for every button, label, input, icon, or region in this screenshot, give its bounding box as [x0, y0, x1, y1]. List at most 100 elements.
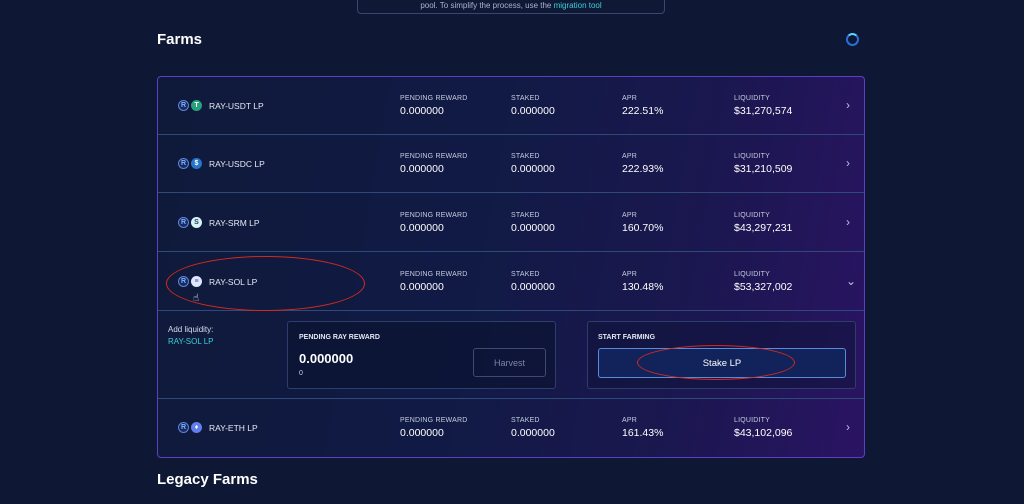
pending-reward-value: 0.000000	[400, 427, 444, 439]
chevron-right-icon[interactable]: ›	[846, 420, 850, 434]
farm-row-ray-usdc[interactable]: R $ RAY-USDC LP PENDING REWARD 0.000000 …	[158, 135, 864, 193]
ray-icon: R	[178, 158, 189, 169]
apr-label: APR	[622, 212, 637, 219]
pending-reward-value: 0.000000	[400, 163, 444, 175]
apr-label: APR	[622, 95, 637, 102]
staked-value: 0.000000	[511, 163, 555, 175]
apr: APR 222.51%	[622, 95, 663, 117]
pending-reward: PENDING REWARD 0.000000	[400, 153, 468, 175]
staked: STAKED 0.000000	[511, 271, 555, 293]
migration-tool-link[interactable]: migration tool	[554, 1, 602, 10]
apr: APR 161.43%	[622, 417, 663, 439]
loading-spinner-icon	[846, 33, 859, 46]
staked-label: STAKED	[511, 153, 540, 160]
farm-row-ray-eth[interactable]: R ♦ RAY-ETH LP PENDING REWARD 0.000000 S…	[158, 399, 864, 457]
staked-value: 0.000000	[511, 427, 555, 439]
apr-value: 160.70%	[622, 222, 664, 234]
start-farming-card: START FARMING Stake LP	[587, 321, 856, 389]
liquidity: LIQUIDITY $43,297,231	[734, 212, 792, 234]
farm-lp-pair: R ≡ RAY-SOL LP	[178, 276, 257, 287]
farm-details-ray-sol: Add liquidity: RAY-SOL LP PENDING RAY RE…	[158, 311, 864, 399]
liquidity-value: $53,327,002	[734, 281, 793, 293]
migration-notice: pool. To simplify the process, use the m…	[357, 0, 665, 14]
farm-name: RAY-ETH LP	[209, 422, 258, 433]
migration-notice-text: pool. To simplify the process, use the	[420, 1, 552, 10]
harvest-button[interactable]: Harvest	[473, 348, 546, 377]
apr-value: 130.48%	[622, 281, 664, 293]
ray-icon: R	[178, 422, 189, 433]
pending-reward-label: PENDING REWARD	[400, 271, 468, 278]
pending-reward-value: 0.000000	[400, 105, 444, 117]
chevron-right-icon[interactable]: ›	[846, 98, 850, 112]
add-liquidity-link[interactable]: RAY-SOL LP	[168, 337, 214, 346]
pending-reward-label: PENDING REWARD	[400, 417, 468, 424]
liquidity: LIQUIDITY $43,102,096	[734, 417, 792, 439]
chevron-right-icon[interactable]: ›	[846, 156, 850, 170]
farm-lp-pair: R S RAY-SRM LP	[178, 217, 260, 228]
pending-ray-reward-usd: 0	[299, 370, 303, 377]
farm-name: RAY-USDT LP	[209, 100, 264, 111]
liquidity-label: LIQUIDITY	[734, 153, 771, 160]
staked-value: 0.000000	[511, 222, 555, 234]
pending-ray-reward-amount: 0.000000	[299, 351, 354, 366]
liquidity-label: LIQUIDITY	[734, 212, 771, 219]
pending-ray-reward-title: PENDING RAY REWARD	[299, 334, 380, 341]
chevron-right-icon[interactable]: ›	[846, 215, 850, 229]
pending-reward: PENDING REWARD 0.000000	[400, 417, 468, 439]
farm-row-ray-sol[interactable]: R ≡ RAY-SOL LP PENDING REWARD 0.000000 S…	[158, 253, 864, 311]
apr-label: APR	[622, 271, 637, 278]
farm-row-ray-usdt[interactable]: R T RAY-USDT LP PENDING REWARD 0.000000 …	[158, 77, 864, 135]
liquidity: LIQUIDITY $31,210,509	[734, 153, 792, 175]
apr-value: 222.51%	[622, 105, 664, 117]
liquidity-value: $43,297,231	[734, 222, 793, 234]
liquidity-value: $31,210,509	[734, 163, 793, 175]
pointer-cursor-icon: ☝	[193, 293, 200, 304]
apr: APR 160.70%	[622, 212, 663, 234]
liquidity-label: LIQUIDITY	[734, 95, 771, 102]
staked: STAKED 0.000000	[511, 417, 555, 439]
chevron-down-icon[interactable]: ⌄	[846, 274, 856, 288]
liquidity: LIQUIDITY $31,270,574	[734, 95, 792, 117]
staked: STAKED 0.000000	[511, 153, 555, 175]
pending-reward-label: PENDING REWARD	[400, 95, 468, 102]
usdt-icon: T	[191, 100, 202, 111]
staked: STAKED 0.000000	[511, 212, 555, 234]
pending-reward-label: PENDING REWARD	[400, 212, 468, 219]
farms-panel: R T RAY-USDT LP PENDING REWARD 0.000000 …	[157, 76, 865, 458]
staked-label: STAKED	[511, 212, 540, 219]
srm-icon: S	[191, 217, 202, 228]
farms-title: Farms	[157, 31, 203, 48]
farm-name: RAY-SRM LP	[209, 217, 260, 228]
ray-icon: R	[178, 276, 189, 287]
liquidity-value: $43,102,096	[734, 427, 793, 439]
apr-label: APR	[622, 153, 637, 160]
pending-reward-label: PENDING REWARD	[400, 153, 468, 160]
stake-lp-button[interactable]: Stake LP	[598, 348, 846, 378]
eth-icon: ♦	[191, 422, 202, 433]
legacy-farms-title: Legacy Farms	[157, 471, 258, 488]
ray-icon: R	[178, 217, 189, 228]
farm-lp-pair: R T RAY-USDT LP	[178, 100, 264, 111]
sol-icon: ≡	[191, 276, 202, 287]
pending-ray-reward-card: PENDING RAY REWARD 0.000000 0 Harvest	[287, 321, 556, 389]
pending-reward-value: 0.000000	[400, 281, 444, 293]
liquidity-label: LIQUIDITY	[734, 417, 771, 424]
apr-label: APR	[622, 417, 637, 424]
farm-row-ray-srm[interactable]: R S RAY-SRM LP PENDING REWARD 0.000000 S…	[158, 194, 864, 252]
staked: STAKED 0.000000	[511, 95, 555, 117]
apr-value: 161.43%	[622, 427, 664, 439]
staked-label: STAKED	[511, 417, 540, 424]
staked-value: 0.000000	[511, 281, 555, 293]
farm-lp-pair: R ♦ RAY-ETH LP	[178, 422, 258, 433]
apr-value: 222.93%	[622, 163, 664, 175]
pending-reward: PENDING REWARD 0.000000	[400, 212, 468, 234]
liquidity-label: LIQUIDITY	[734, 271, 771, 278]
liquidity: LIQUIDITY $53,327,002	[734, 271, 792, 293]
start-farming-title: START FARMING	[598, 334, 656, 341]
farm-name: RAY-SOL LP	[209, 276, 258, 287]
staked-label: STAKED	[511, 95, 540, 102]
apr: APR 222.93%	[622, 153, 663, 175]
liquidity-value: $31,270,574	[734, 105, 793, 117]
farm-lp-pair: R $ RAY-USDC LP	[178, 158, 265, 169]
pending-reward: PENDING REWARD 0.000000	[400, 95, 468, 117]
